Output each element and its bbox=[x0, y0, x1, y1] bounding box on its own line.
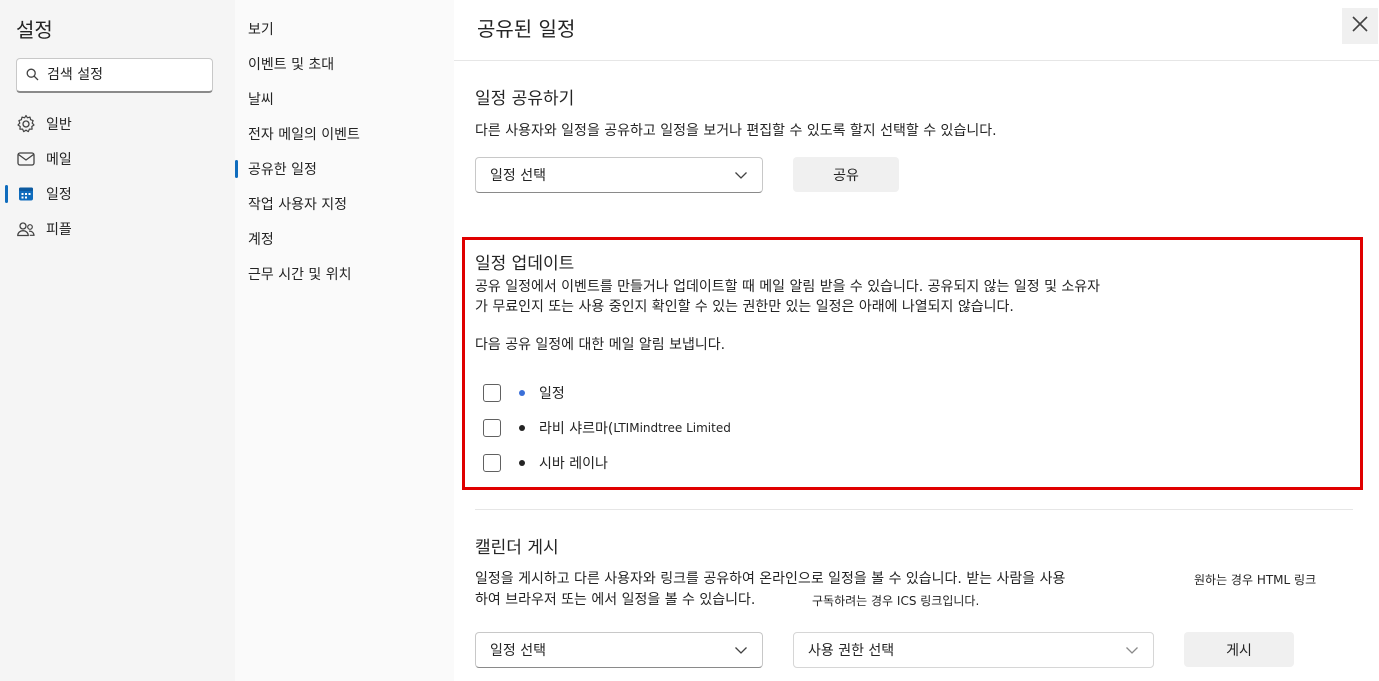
calendar-nav-weather[interactable]: 날씨 bbox=[248, 85, 274, 113]
share-button[interactable]: 공유 bbox=[793, 157, 899, 192]
calendar-checkbox[interactable] bbox=[483, 384, 501, 402]
publish-heading: 캘린더 게시 bbox=[475, 538, 559, 558]
people-icon bbox=[16, 219, 36, 239]
calendar-nav-work-hours-location[interactable]: 근무 시간 및 위치 bbox=[248, 260, 352, 288]
nav-item-general[interactable]: 일반 bbox=[16, 109, 72, 139]
updates-description-line2: 가 무료인지 또는 사용 중인지 확인할 수 있는 권한만 있는 일정은 아래에… bbox=[475, 299, 1014, 315]
chevron-down-icon bbox=[1125, 643, 1139, 661]
share-calendar-select[interactable]: 일정 선택 bbox=[475, 157, 763, 193]
nav-item-mail[interactable]: 메일 bbox=[16, 144, 72, 174]
updates-prompt: 다음 공유 일정에 대한 메일 알림 보냅니다. bbox=[475, 337, 726, 353]
nav-item-people[interactable]: 피플 bbox=[16, 214, 72, 244]
search-icon bbox=[26, 66, 39, 85]
calendar-nav-events-from-email[interactable]: 전자 메일의 이벤트 bbox=[248, 120, 360, 148]
settings-content: 공유된 일정 일정 공유하기 다른 사용자와 일정을 공유하고 일정을 보거나 … bbox=[454, 0, 1379, 681]
calendar-icon bbox=[16, 184, 36, 204]
share-heading: 일정 공유하기 bbox=[475, 89, 575, 109]
search-box[interactable] bbox=[16, 58, 213, 93]
calendar-checkbox[interactable] bbox=[483, 419, 501, 437]
publish-ics-hint: 구독하려는 경우 ICS 링크입니다. bbox=[812, 594, 980, 608]
calendar-nav-shared-calendars[interactable]: 공유한 일정 bbox=[235, 155, 317, 183]
search-input[interactable] bbox=[47, 67, 207, 83]
calendar-option-label: 라비 샤르마( bbox=[539, 421, 614, 437]
calendar-checkbox[interactable] bbox=[483, 454, 501, 472]
calendar-option-label: 시바 레이나 bbox=[539, 456, 608, 472]
select-value: 일정 선택 bbox=[490, 643, 546, 659]
updates-description-line1: 공유 일정에서 이벤트를 만들거나 업데이트할 때 메일 알림 받을 수 있습니… bbox=[475, 279, 1101, 295]
nav-item-label: 메일 bbox=[46, 152, 72, 168]
calendar-nav-accounts[interactable]: 계정 bbox=[248, 225, 274, 253]
calendar-nav-events-invites[interactable]: 이벤트 및 초대 bbox=[248, 50, 334, 78]
updates-heading: 일정 업데이트 bbox=[475, 254, 575, 274]
publish-html-hint: 원하는 경우 HTML 링크 bbox=[1194, 573, 1317, 587]
calendar-nav-customize-actions[interactable]: 작업 사용자 지정 bbox=[248, 190, 347, 218]
publish-calendar-select[interactable]: 일정 선택 bbox=[475, 632, 763, 668]
calendar-nav-view[interactable]: 보기 bbox=[248, 15, 274, 43]
nav-item-label: 일반 bbox=[46, 117, 72, 133]
select-value: 사용 권한 선택 bbox=[808, 643, 895, 659]
close-button[interactable] bbox=[1342, 8, 1378, 44]
header-divider bbox=[454, 60, 1379, 61]
nav-item-calendar[interactable]: 일정 bbox=[5, 179, 72, 209]
mail-icon bbox=[16, 149, 36, 169]
chevron-down-icon bbox=[734, 643, 748, 661]
close-icon bbox=[1351, 15, 1369, 37]
nav-item-label: 피플 bbox=[46, 222, 72, 238]
calendar-option-label: 일정 bbox=[539, 386, 565, 402]
calendar-option-row: 시바 레이나 bbox=[483, 451, 608, 475]
publish-description-line2: 하여 브라우저 또는 에서 일정을 볼 수 있습니다. bbox=[475, 592, 756, 608]
publish-button[interactable]: 게시 bbox=[1184, 632, 1294, 667]
chevron-down-icon bbox=[734, 168, 748, 186]
calendar-option-row: 일정 bbox=[483, 381, 565, 405]
page-title: 공유된 일정 bbox=[477, 17, 576, 41]
calendar-color-dot bbox=[519, 460, 525, 466]
share-description: 다른 사용자와 일정을 공유하고 일정을 보거나 편집할 수 있도록 할지 선택… bbox=[475, 123, 997, 139]
calendar-color-dot bbox=[519, 390, 525, 396]
settings-title: 설정 bbox=[16, 18, 53, 42]
publish-description-line1: 일정을 게시하고 다른 사용자와 링크를 공유하여 온라인으로 일정을 볼 수 … bbox=[475, 571, 1066, 587]
publish-permission-select[interactable]: 사용 권한 선택 bbox=[793, 632, 1154, 668]
gear-icon bbox=[16, 114, 36, 134]
select-value: 일정 선택 bbox=[490, 168, 546, 184]
nav-item-label: 일정 bbox=[46, 187, 72, 203]
calendar-color-dot bbox=[519, 425, 525, 431]
section-divider bbox=[475, 509, 1353, 510]
calendar-option-row: 라비 샤르마(LTIMindtree Limited bbox=[483, 416, 731, 440]
calendar-option-label-org: LTIMindtree Limited bbox=[613, 421, 731, 435]
calendar-settings-nav: 보기 이벤트 및 초대 날씨 전자 메일의 이벤트 공유한 일정 작업 사용자 … bbox=[235, 0, 454, 681]
settings-nav: 설정 일반 메일 일정 피플 bbox=[0, 0, 235, 681]
